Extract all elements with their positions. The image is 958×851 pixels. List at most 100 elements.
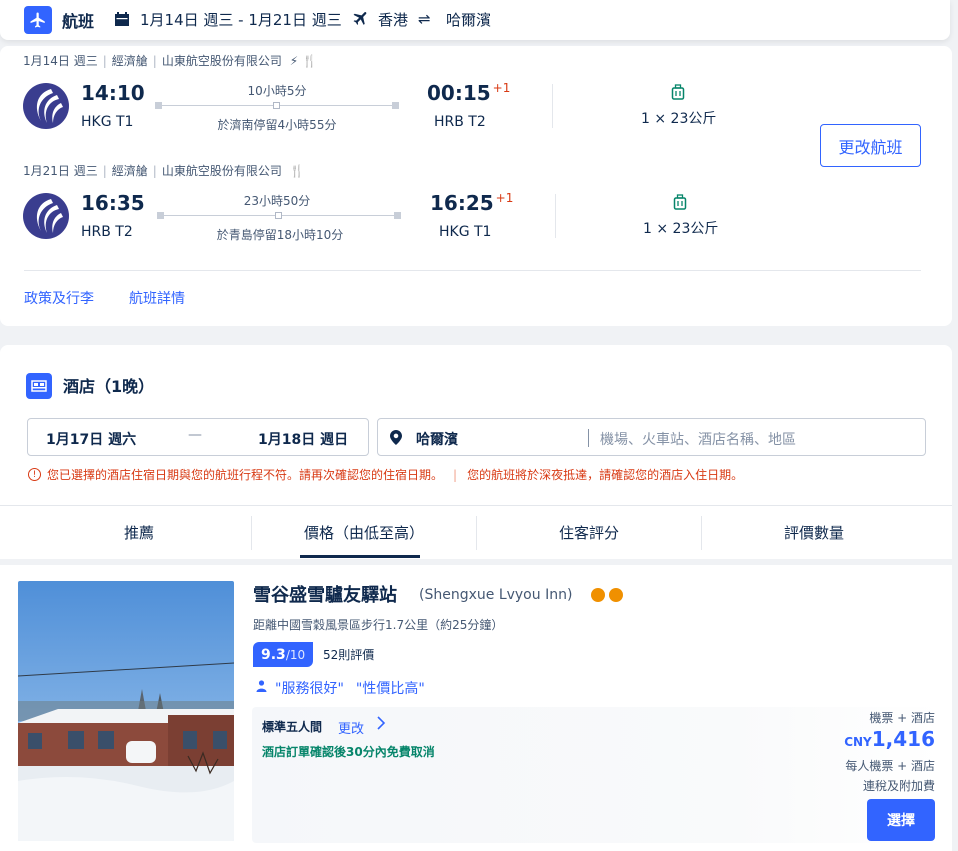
power-icon: ⚡ bbox=[289, 54, 299, 68]
sort-tabs: 推薦 價格（由低至高） 住客評分 評價數量 bbox=[0, 505, 952, 558]
select-button[interactable]: 選擇 bbox=[867, 799, 935, 841]
next-day-badge: +1 bbox=[495, 191, 514, 205]
hotel-card: 酒店（1晚） 1月17日 週六 — 1月18日 週日 哈爾濱 機場、火車站、酒店… bbox=[0, 345, 952, 851]
policy-baggage-link[interactable]: 政策及行李 bbox=[24, 288, 94, 308]
stop-dot bbox=[275, 212, 282, 219]
airline-logo bbox=[23, 193, 69, 239]
flight-section-title: 航班 bbox=[62, 12, 95, 31]
luggage-icon bbox=[673, 194, 687, 214]
warning-icon: ! bbox=[28, 468, 41, 481]
change-flight-button[interactable]: 更改航班 bbox=[820, 124, 921, 167]
review-highlights: "服務很好" "性價比高" bbox=[256, 678, 437, 698]
segment-cabin: 經濟艙 bbox=[111, 164, 148, 178]
airline-logo bbox=[23, 83, 69, 129]
hotel-name[interactable]: 雪谷盛雪驢友驛站 bbox=[253, 581, 397, 607]
trip-summary-bar: 航班 1月14日 週三 - 1月21日 週三 香港 ⇌ 哈爾濱 bbox=[0, 0, 950, 40]
departure-time: 14:10 bbox=[81, 81, 145, 105]
departure-terminal: HRB T2 bbox=[81, 224, 133, 240]
destination-search[interactable]: 哈爾濱 機場、火車站、酒店名稱、地區 bbox=[377, 418, 926, 456]
tab-recommended[interactable]: 推薦 bbox=[26, 506, 252, 558]
room-offer: 標準五人間 更改 酒店訂單確認後30分內免費取消 機票 + 酒店 CNY1,41… bbox=[252, 707, 942, 843]
room-type: 標準五人間 bbox=[262, 720, 323, 734]
hotel-photo[interactable] bbox=[18, 581, 234, 841]
active-tab-indicator bbox=[300, 555, 420, 558]
tab-review-count[interactable]: 評價數量 bbox=[701, 506, 927, 558]
keyword-input[interactable]: 機場、火車站、酒店名稱、地區 bbox=[600, 429, 796, 449]
segment-airline: 山東航空股份有限公司 bbox=[161, 164, 282, 178]
luggage-icon bbox=[671, 84, 685, 104]
baggage-allowance: 1 × 23公斤 bbox=[641, 111, 717, 127]
trip-origin: 香港 bbox=[378, 11, 409, 29]
highlight-tag: "性價比高" bbox=[355, 681, 425, 697]
stop-dot bbox=[273, 102, 280, 109]
hotel-section-title: 酒店（1晚） bbox=[63, 377, 155, 396]
price-per-person: 每人機票 + 酒店 bbox=[845, 759, 935, 773]
flight-details-link[interactable]: 航班詳情 bbox=[129, 288, 185, 308]
stopover-info: 於濟南停留4小時55分 bbox=[217, 118, 337, 132]
arrival-time: 16:25 +1 bbox=[430, 191, 514, 215]
package-price: CNY1,416 bbox=[844, 727, 935, 751]
next-day-badge: +1 bbox=[492, 81, 511, 95]
field-separator bbox=[588, 429, 589, 447]
date-separator: — bbox=[188, 427, 202, 443]
trip-destination: 哈爾濱 bbox=[446, 11, 492, 29]
change-room-link[interactable]: 更改 bbox=[338, 718, 364, 737]
chevron-right-icon[interactable] bbox=[376, 716, 386, 734]
route-end-dot bbox=[394, 212, 401, 219]
flight-duration: 23小時50分 bbox=[243, 194, 311, 208]
segment-date: 1月14日 週三 bbox=[23, 54, 98, 68]
segment-airline: 山東航空股份有限公司 bbox=[161, 54, 282, 68]
calendar-icon bbox=[114, 11, 130, 31]
bed-icon bbox=[26, 373, 52, 399]
meal-icon: 🍴 bbox=[301, 54, 317, 68]
highlight-tag: "服務很好" bbox=[275, 681, 344, 697]
location-pin-icon bbox=[390, 430, 402, 449]
review-score-badge: 9.3/10 bbox=[253, 642, 314, 667]
flight-card: 1月14日 週三 | 經濟艙 | 山東航空股份有限公司 ⚡ 🍴 14:10 HKG T1… bbox=[0, 46, 952, 326]
tab-price-low-high[interactable]: 價格（由低至高） bbox=[251, 506, 477, 558]
section-gap bbox=[0, 559, 952, 565]
destination-city: 哈爾濱 bbox=[416, 432, 458, 448]
warning-text-1: 您已選擇的酒店住宿日期與您的航班行程不符。請再次確認您的住宿日期。 bbox=[47, 468, 444, 482]
meal-icon: 🍴 bbox=[289, 164, 305, 178]
swap-icon: ⇌ bbox=[418, 10, 431, 28]
segment-meta: 1月14日 週三 | 經濟艙 | 山東航空股份有限公司 ⚡ 🍴 bbox=[23, 54, 317, 68]
checkout-date[interactable]: 1月18日 週日 bbox=[258, 429, 348, 449]
plane-icon bbox=[352, 9, 370, 31]
flight-duration: 10小時5分 bbox=[247, 84, 307, 98]
departure-time: 16:35 bbox=[81, 191, 145, 215]
rating-dot bbox=[609, 588, 623, 602]
rating-dot bbox=[591, 588, 605, 602]
user-icon bbox=[256, 680, 267, 696]
warning-separator: | bbox=[453, 467, 458, 482]
segment-meta: 1月21日 週三 | 經濟艙 | 山東航空股份有限公司 🍴 bbox=[23, 164, 305, 178]
arrival-terminal: HKG T1 bbox=[439, 224, 492, 240]
stopover-info: 於青島停留18小時10分 bbox=[216, 228, 344, 242]
package-label: 機票 + 酒店 bbox=[869, 711, 935, 725]
route-start-dot bbox=[157, 212, 164, 219]
currency: CNY bbox=[844, 735, 872, 749]
stay-dates-picker[interactable]: 1月17日 週六 — 1月18日 週日 bbox=[27, 418, 369, 456]
warning-text-2: 您的航班將於深夜抵達，請確認您的酒店入住日期。 bbox=[467, 468, 744, 482]
date-warning: ! 您已選擇的酒店住宿日期與您的航班行程不符。請再次確認您的住宿日期。 | 您的… bbox=[28, 466, 743, 483]
arrival-time: 00:15 +1 bbox=[427, 81, 511, 105]
hotel-rating-stars bbox=[590, 587, 626, 607]
review-count[interactable]: 52則評價 bbox=[323, 646, 374, 663]
flight-icon bbox=[24, 6, 52, 34]
arrival-terminal: HRB T2 bbox=[434, 114, 486, 130]
divider bbox=[552, 84, 553, 128]
tab-guest-rating[interactable]: 住客評分 bbox=[476, 506, 702, 558]
checkin-date[interactable]: 1月17日 週六 bbox=[46, 429, 136, 449]
price-amount: 1,416 bbox=[871, 727, 935, 751]
segment-cabin: 經濟艙 bbox=[111, 54, 148, 68]
baggage-allowance: 1 × 23公斤 bbox=[643, 221, 719, 237]
divider bbox=[555, 194, 556, 238]
route-start-dot bbox=[155, 102, 162, 109]
trip-dates: 1月14日 週三 - 1月21日 週三 bbox=[140, 11, 342, 29]
hotel-distance: 距離中國雪穀風景區步行1.7公里（約25分鐘） bbox=[253, 618, 504, 632]
segment-date: 1月21日 週三 bbox=[23, 164, 98, 178]
tax-note: 連稅及附加費 bbox=[862, 779, 935, 793]
card-divider bbox=[24, 270, 921, 271]
hotel-name-english: (Shengxue Lvyou Inn) bbox=[419, 587, 573, 603]
route-end-dot bbox=[392, 102, 399, 109]
